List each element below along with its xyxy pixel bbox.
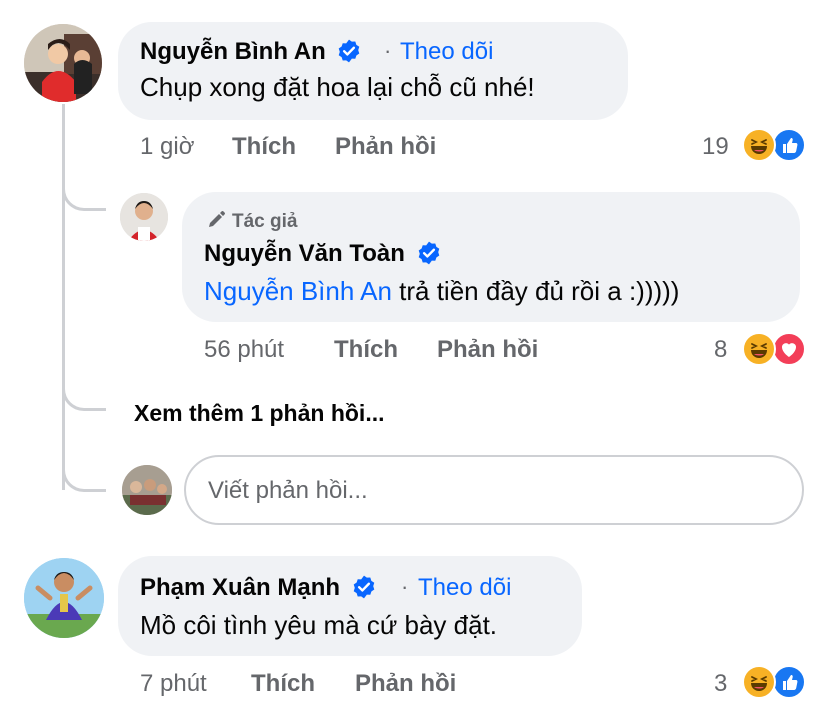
thread-connector-more [62,385,106,411]
thread-line-vertical [62,104,65,490]
verified-badge-icon [339,39,360,63]
reply-text: Nguyễn Bình An trả tiền đầy đủ rồi a :))… [204,276,679,307]
reply-time[interactable]: 56 phút [204,336,284,364]
comment-time[interactable]: 1 giờ [140,133,194,161]
follow-button[interactable]: Theo dõi [418,574,511,602]
comment-time[interactable]: 7 phút [140,670,207,698]
haha-icon[interactable] [742,332,776,366]
comment-author[interactable]: Nguyễn Bình An [140,38,362,66]
like-icon[interactable] [772,665,806,699]
follow-button[interactable]: Theo dõi [400,38,493,66]
thread-connector-reply [62,185,106,211]
reply-input-placeholder: Viết phản hồi... [208,477,368,504]
author-badge: Tác giả [206,210,297,233]
verified-badge-icon [418,241,439,265]
like-button[interactable]: Thích [232,133,296,161]
like-icon[interactable] [772,128,806,162]
pencil-icon [209,211,225,227]
reply-button[interactable]: Phản hồi [335,133,436,161]
reply-body: trả tiền đầy đủ rồi a :))))) [391,276,680,306]
reply-author[interactable]: Nguyễn Văn Toàn [204,240,442,268]
reply-button[interactable]: Phản hồi [355,670,456,698]
author-name[interactable]: Phạm Xuân Mạnh [140,574,340,601]
view-more-replies[interactable]: Xem thêm 1 phản hồi... [134,400,384,427]
reply-button[interactable]: Phản hồi [437,336,538,364]
like-button[interactable]: Thích [334,336,398,364]
comment-bubble [118,556,582,656]
reaction-count[interactable]: 8 [714,336,727,364]
author-name[interactable]: Nguyễn Bình An [140,38,326,65]
comment-bubble [118,22,628,120]
love-icon[interactable] [772,332,806,366]
haha-icon[interactable] [742,128,776,162]
reaction-count[interactable]: 3 [714,670,727,698]
reply-input[interactable]: Viết phản hồi... [184,455,804,525]
avatar[interactable] [24,24,102,102]
avatar[interactable] [24,558,104,638]
comment-text: Mồ côi tình yêu mà cứ bày đặt. [140,610,498,640]
current-user-avatar [122,465,172,515]
author-name[interactable]: Nguyễn Văn Toàn [204,240,405,267]
reaction-count[interactable]: 19 [702,133,729,161]
avatar[interactable] [120,193,168,241]
verified-badge-icon [353,575,374,599]
thread-connector-input [62,466,106,492]
author-badge-label: Tác giả [232,211,298,232]
separator-dot: · [401,574,409,599]
comment-author[interactable]: Phạm Xuân Mạnh [140,574,377,602]
mention-link[interactable]: Nguyễn Bình An [204,276,392,306]
separator-dot: · [384,38,392,63]
comment-text: Chụp xong đặt hoa lại chỗ cũ nhé! [140,72,535,102]
haha-icon[interactable] [742,665,776,699]
like-button[interactable]: Thích [251,670,315,698]
